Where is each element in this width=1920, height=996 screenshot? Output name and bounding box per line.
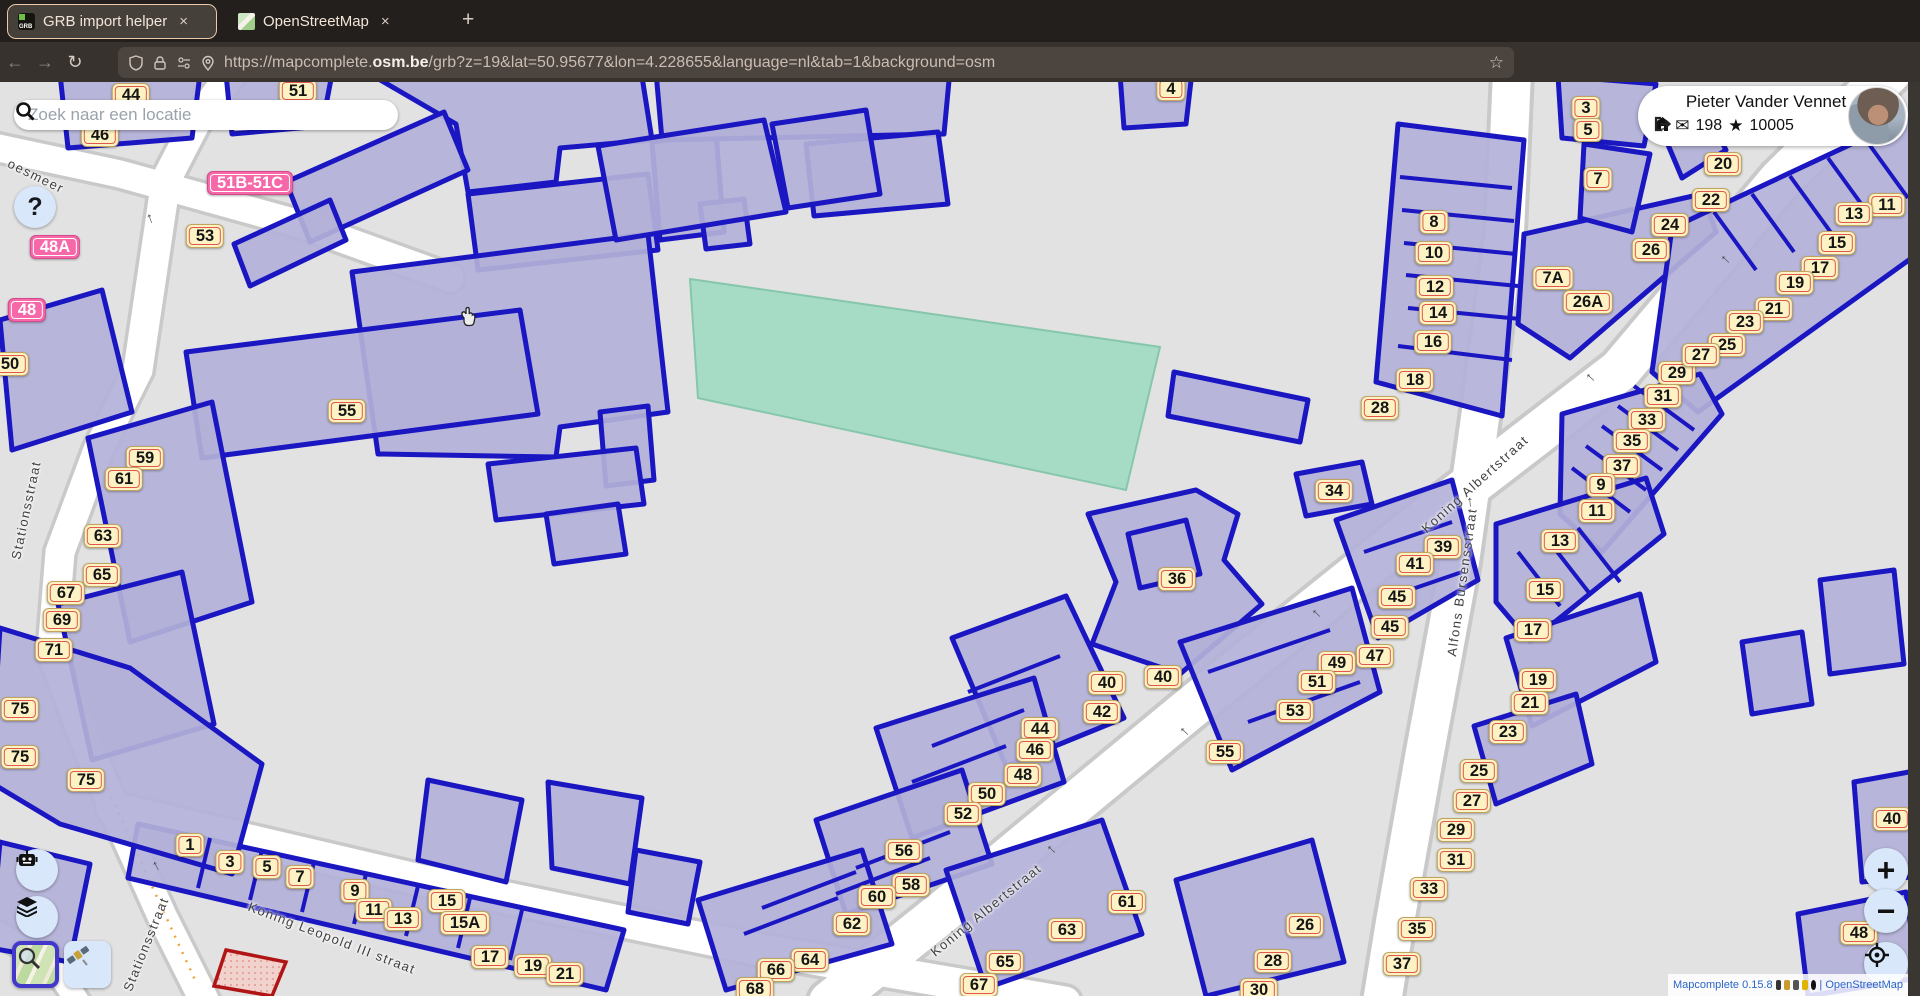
location-search[interactable]	[14, 100, 398, 130]
forward-button[interactable]: →	[30, 52, 60, 73]
user-name: Pieter Vander Vennet	[1666, 92, 1866, 112]
tab-title: GRB import helper	[43, 13, 167, 30]
tab-openstreetmap[interactable]: OpenStreetMap ×	[228, 5, 428, 38]
help-button[interactable]: ?	[14, 186, 56, 228]
copyright-icon	[1811, 980, 1817, 990]
lock-icon[interactable]	[152, 55, 168, 71]
zoom-in-button[interactable]: +	[1864, 848, 1908, 892]
edit-pencil-icon	[1793, 980, 1799, 990]
issue-icon	[1802, 980, 1808, 990]
import-assistant-button[interactable]	[16, 849, 58, 891]
contributor-icon	[1776, 980, 1782, 990]
tab-close-icon[interactable]: ×	[381, 13, 390, 30]
reload-button[interactable]: ↻	[60, 52, 90, 73]
osm-favicon	[238, 13, 255, 30]
attribution-osm-link[interactable]: | OpenStreetMap	[1819, 979, 1903, 991]
messages-envelope-icon[interactable]: ✉	[1675, 116, 1689, 136]
location-pin-icon[interactable]	[200, 55, 216, 71]
logout-icon[interactable]	[1654, 116, 1672, 132]
changeset-count: 10005	[1749, 117, 1794, 135]
zoom-out-button[interactable]: −	[1864, 889, 1908, 933]
browser-toolbar: ← → ↻ https://mapcomplete.osm.be/grb?z=1…	[0, 42, 1920, 82]
permissions-icon[interactable]	[176, 55, 192, 71]
search-input[interactable]	[14, 100, 398, 130]
browser-tab-bar: GRB import helper × OpenStreetMap × +	[0, 0, 1920, 42]
messages-count: 198	[1696, 117, 1723, 135]
bookmark-star-icon[interactable]: ☆	[1489, 53, 1504, 73]
stats-icon	[1784, 980, 1790, 990]
window-edge	[1908, 82, 1920, 996]
address-bar[interactable]: https://mapcomplete.osm.be/grb?z=19&lat=…	[118, 47, 1514, 78]
satellite-icon	[64, 941, 92, 969]
robot-icon	[16, 849, 38, 870]
map-canvas[interactable]: Koning AlbertstraatAlfons BursensstraatK…	[0, 82, 1920, 996]
layers-button[interactable]	[16, 896, 58, 938]
background-aerial-button[interactable]	[64, 941, 111, 988]
shield-icon[interactable]	[128, 55, 144, 71]
background-osm-button[interactable]	[12, 941, 59, 988]
tab-title: OpenStreetMap	[263, 13, 369, 30]
attribution-bar[interactable]: Mapcomplete 0.15.8 | OpenStreetMap	[1668, 974, 1908, 996]
grb-favicon	[18, 13, 35, 30]
new-tab-button[interactable]: +	[462, 8, 474, 32]
layers-icon	[16, 896, 38, 917]
tab-grb-import-helper[interactable]: GRB import helper ×	[8, 5, 216, 38]
map-overlays: ? Pieter Vander Vennet ⚙ ✉ 198 ★ 10005	[0, 82, 1920, 996]
star-icon: ★	[1728, 116, 1743, 136]
attribution-app[interactable]: Mapcomplete 0.15.8	[1673, 979, 1773, 991]
url-text[interactable]: https://mapcomplete.osm.be/grb?z=19&lat=…	[224, 54, 995, 72]
user-panel[interactable]: Pieter Vander Vennet ⚙ ✉ 198 ★ 10005	[1638, 86, 1908, 146]
map-magnifier-icon	[16, 945, 42, 971]
back-button[interactable]: ←	[0, 52, 30, 73]
search-icon[interactable]	[14, 100, 36, 122]
user-avatar[interactable]	[1848, 87, 1906, 145]
crosshair-icon	[1864, 942, 1890, 968]
tab-close-icon[interactable]: ×	[179, 13, 188, 30]
